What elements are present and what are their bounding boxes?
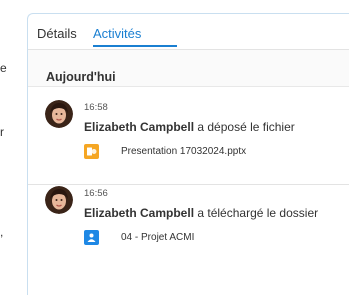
- tab-details[interactable]: Détails: [37, 26, 77, 41]
- edge-text-fragment: e: [0, 61, 7, 75]
- attachment-name[interactable]: 04 - Projet ACMI: [121, 232, 194, 243]
- activity-action: a déposé le fichier: [197, 120, 295, 134]
- tab-activites[interactable]: Activités: [93, 26, 141, 41]
- activity-time: 16:58: [84, 102, 108, 113]
- activity-description: Elizabeth Campbell a téléchargé le dossi…: [84, 206, 318, 220]
- activity-user[interactable]: Elizabeth Campbell: [84, 206, 194, 220]
- activity-item: 16:56 Elizabeth Campbell a téléchargé le…: [28, 186, 349, 295]
- attachment-name[interactable]: Presentation 17032024.pptx: [121, 146, 246, 157]
- activity-panel: Détails Activités Aujourd'hui 16:58 Eliz…: [27, 13, 349, 295]
- avatar: [45, 186, 73, 214]
- tab-bar: Détails Activités: [28, 14, 349, 50]
- pptx-file-icon: [84, 144, 99, 159]
- day-group-title: Aujourd'hui: [46, 70, 116, 84]
- shared-folder-icon: [84, 230, 99, 245]
- avatar: [45, 100, 73, 128]
- activity-description: Elizabeth Campbell a déposé le fichier: [84, 120, 295, 134]
- activity-time: 16:56: [84, 188, 108, 199]
- edge-text-fragment: r: [0, 125, 4, 139]
- activity-action: a téléchargé le dossier: [197, 206, 319, 220]
- edge-text-fragment: ,: [0, 225, 4, 239]
- active-tab-indicator: [93, 45, 177, 47]
- activity-item: 16:58 Elizabeth Campbell a déposé le fic…: [28, 100, 349, 185]
- activity-user[interactable]: Elizabeth Campbell: [84, 120, 194, 134]
- day-group-header: Aujourd'hui: [28, 50, 349, 87]
